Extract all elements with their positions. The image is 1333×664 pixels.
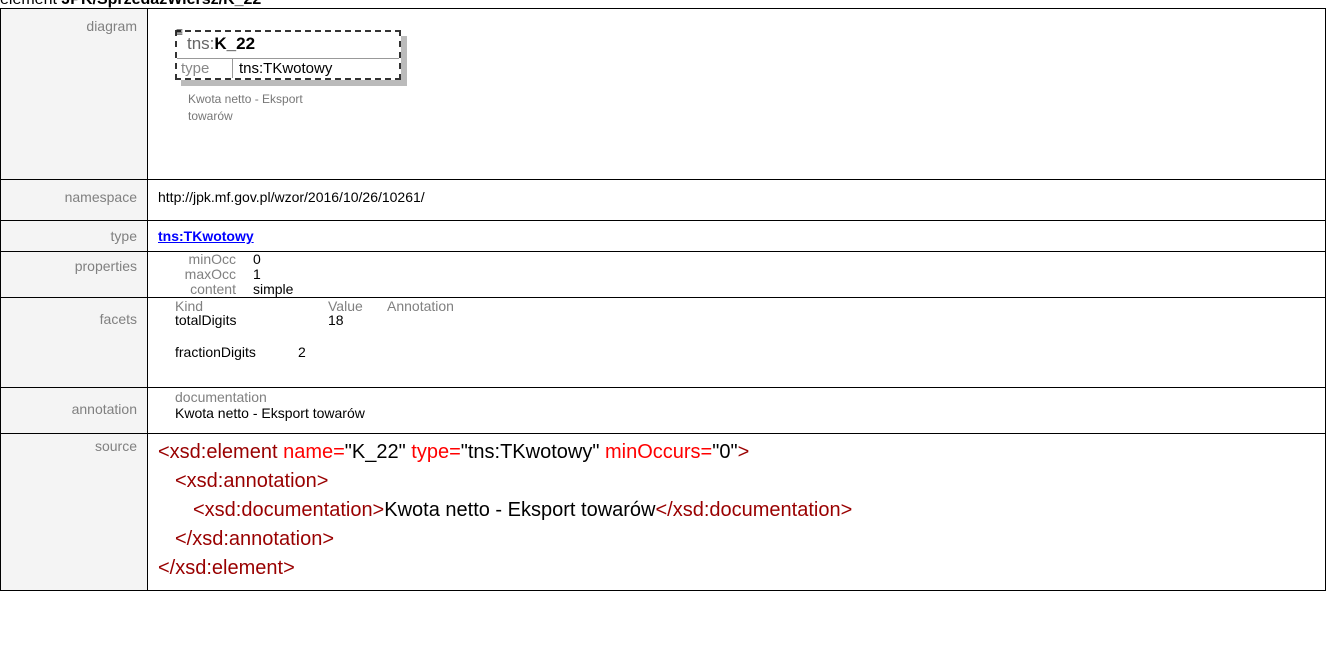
properties-list: minOcc 0 maxOcc 1 content simple — [158, 252, 1325, 297]
properties-row: properties minOcc 0 maxOcc 1 content simple — [0, 251, 1326, 298]
element-doc-table: diagram ≡ tns:K_22 type tns:TKwotowy Kwo… — [0, 8, 1326, 591]
source-line: </xsd:element> — [158, 557, 295, 579]
source-code: <xsd:element name="K_22" type="tns:TKwot… — [158, 434, 1325, 583]
diagram-row: diagram ≡ tns:K_22 type tns:TKwotowy Kwo… — [0, 8, 1326, 180]
diagram-element-name: tns:K_22 — [187, 34, 256, 53]
source-line: </xsd:annotation> — [175, 528, 335, 550]
heading-path: JPK/SprzedazWiersz/K_22 — [61, 0, 261, 8]
diagram-type-label: type — [181, 60, 210, 77]
annotation-key: documentation — [175, 389, 267, 405]
facets-label: facets — [0, 297, 148, 388]
property-row: maxOcc 1 — [184, 266, 261, 282]
documentation-icon: ≡ — [176, 25, 184, 39]
diagram-element-box[interactable]: ≡ tns:K_22 type tns:TKwotowy — [175, 26, 401, 80]
diagram-divider — [177, 58, 399, 59]
source-line: <xsd:element name="K_22" type="tns:TKwot… — [158, 441, 750, 463]
diagram-label: diagram — [0, 8, 148, 180]
namespace-label: namespace — [0, 179, 148, 221]
type-label: type — [0, 220, 148, 252]
diagram-caption: Kwota netto - Eksport towarów — [188, 92, 303, 123]
properties-label: properties — [0, 251, 148, 298]
diagram-cell: ≡ tns:K_22 type tns:TKwotowy Kwota netto… — [147, 8, 1326, 180]
annotation-row: annotation documentation Kwota netto - E… — [0, 387, 1326, 434]
source-row: source <xsd:element name="K_22" type="tn… — [0, 433, 1326, 591]
element-diagram: ≡ tns:K_22 type tns:TKwotowy Kwota netto… — [158, 9, 1325, 179]
type-link[interactable]: tns:TKwotowy — [158, 221, 1325, 244]
property-row: minOcc 0 — [188, 251, 261, 267]
annotation-content: documentation Kwota netto - Eksport towa… — [158, 388, 1325, 421]
facets-row: facets Kind Value Annotation totalDigits… — [0, 297, 1326, 388]
page-heading: element JPK/SprzedazWiersz/K_22 — [0, 0, 261, 8]
namespace-row: namespace http://jpk.mf.gov.pl/wzor/2016… — [0, 179, 1326, 221]
diagram-type-value: tns:TKwotowy — [239, 60, 333, 77]
source-line: <xsd:documentation>Kwota netto - Eksport… — [193, 499, 853, 521]
annotation-value: Kwota netto - Eksport towarów — [175, 405, 365, 421]
source-line: <xsd:annotation> — [175, 470, 329, 492]
diagram-type-divider — [232, 58, 233, 78]
heading-prefix: element — [0, 0, 61, 8]
facets-header-annotation: Annotation — [387, 298, 454, 314]
namespace-value: http://jpk.mf.gov.pl/wzor/2016/10/26/102… — [158, 189, 425, 205]
property-row: content simple — [190, 281, 294, 297]
type-row: type tns:TKwotowy — [0, 220, 1326, 252]
source-label: source — [0, 433, 148, 591]
annotation-label: annotation — [0, 387, 148, 434]
